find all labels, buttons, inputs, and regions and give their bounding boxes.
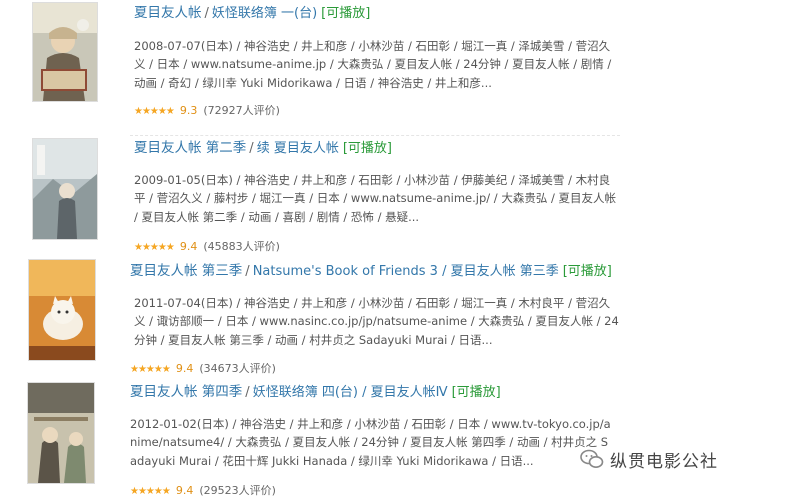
entry-divider bbox=[130, 135, 620, 136]
movie-title-link[interactable]: 夏目友人帐 第四季 bbox=[130, 384, 242, 400]
movie-meta: 2011-07-04(日本) / 神谷浩史 / 井上和彦 / 小林沙苗 / 石田… bbox=[134, 296, 619, 347]
watermark-text: 纵贯电影公社 bbox=[610, 451, 718, 472]
rating-stars-icon: ★★★★★ bbox=[130, 486, 171, 497]
title-separator: / bbox=[245, 385, 250, 400]
rating-count: (72927人评价) bbox=[203, 104, 280, 117]
rating-score: 9.4 bbox=[175, 484, 194, 497]
wechat-icon bbox=[580, 449, 604, 468]
rating-stars-icon: ★★★★★ bbox=[134, 242, 175, 253]
alt-title-link[interactable]: Natsume's Book of Friends 3 / 夏目友人帐 第三季 bbox=[253, 264, 559, 279]
alt-title-link[interactable]: 妖怪联络簿 四(台) / 夏目友人帐Ⅳ bbox=[253, 385, 448, 400]
poster-image[interactable] bbox=[27, 382, 95, 484]
poster-image[interactable] bbox=[28, 259, 96, 361]
movie-meta: 2008-07-07(日本) / 神谷浩史 / 井上和彦 / 小林沙苗 / 石田… bbox=[134, 39, 612, 90]
movie-meta: 2012-01-02(日本) / 神谷浩史 / 井上和彦 / 小林沙苗 / 石田… bbox=[130, 417, 611, 468]
rating-stars-icon: ★★★★★ bbox=[130, 364, 171, 375]
playable-link[interactable]: [可播放] bbox=[563, 264, 612, 279]
movie-title-link[interactable]: 夏目友人帐 bbox=[134, 5, 202, 21]
rating-score: 9.4 bbox=[179, 240, 198, 253]
rating-count: (45883人评价) bbox=[203, 240, 280, 253]
poster-image[interactable] bbox=[32, 138, 98, 240]
movie-meta: 2009-01-05(日本) / 神谷浩史 / 井上和彦 / 石田彰 / 小林沙… bbox=[134, 173, 616, 224]
movie-title-link[interactable]: 夏目友人帐 第二季 bbox=[134, 140, 246, 156]
playable-link[interactable]: [可播放] bbox=[321, 6, 370, 21]
playable-link[interactable]: [可播放] bbox=[452, 385, 501, 400]
rating-count: (34673人评价) bbox=[199, 362, 276, 375]
title-separator: / bbox=[245, 264, 250, 279]
rating-stars-icon: ★★★★★ bbox=[134, 106, 175, 117]
title-separator: / bbox=[204, 6, 209, 21]
rating-score: 9.3 bbox=[179, 104, 198, 117]
rating-score: 9.4 bbox=[175, 362, 194, 375]
title-separator: / bbox=[249, 141, 254, 156]
poster-image[interactable] bbox=[32, 2, 98, 102]
movie-title-link[interactable]: 夏目友人帐 第三季 bbox=[130, 263, 242, 279]
alt-title-link[interactable]: 续 夏目友人帐 bbox=[257, 141, 339, 156]
alt-title-link[interactable]: 妖怪联络簿 一(台) bbox=[212, 6, 317, 21]
playable-link[interactable]: [可播放] bbox=[343, 141, 392, 156]
rating-count: (29523人评价) bbox=[199, 484, 276, 497]
watermark: 纵贯电影公社 bbox=[580, 446, 718, 472]
